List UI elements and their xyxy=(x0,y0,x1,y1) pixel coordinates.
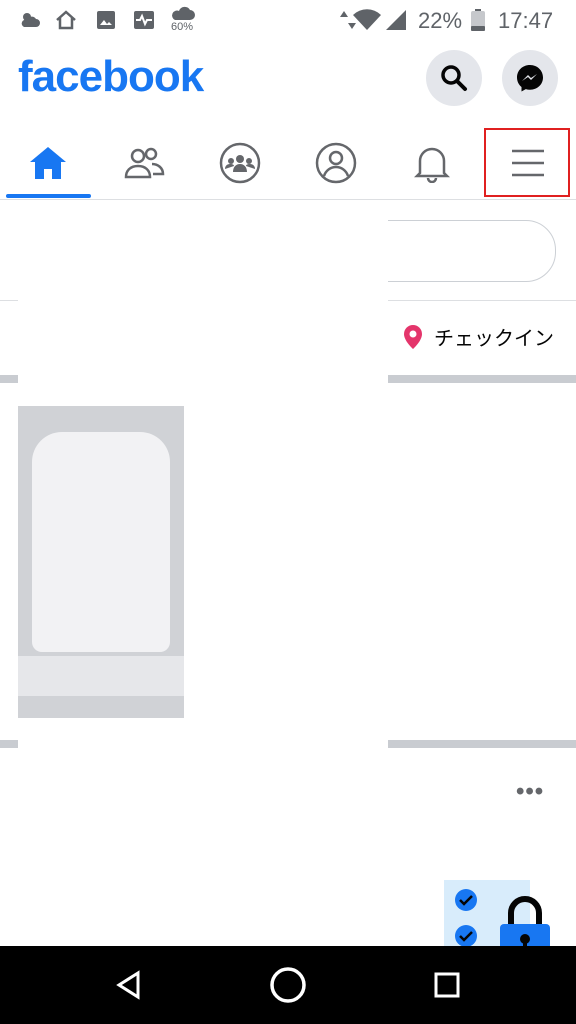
weather-badge: 60% xyxy=(171,21,194,33)
recents-icon xyxy=(434,972,460,998)
back-button[interactable] xyxy=(104,960,154,1010)
checkbox-icon xyxy=(455,889,477,947)
weather-icon xyxy=(21,13,40,27)
tab-home[interactable] xyxy=(0,128,96,198)
recents-button[interactable] xyxy=(422,960,472,1010)
home-circle-icon xyxy=(270,967,306,1003)
signal-icon xyxy=(386,10,406,30)
facebook-logo: facebook xyxy=(18,52,204,101)
profile-icon xyxy=(315,142,357,184)
cloud-icon: 60% xyxy=(170,4,200,38)
tab-friends[interactable] xyxy=(96,128,192,198)
search-icon xyxy=(441,65,467,91)
menu-highlight-box xyxy=(484,128,570,197)
activity-icon xyxy=(134,11,154,29)
clock: 17:47 xyxy=(498,8,554,33)
battery-icon xyxy=(471,9,485,31)
active-tab-indicator xyxy=(6,194,91,198)
home-nav-button[interactable] xyxy=(263,960,313,1010)
bell-icon xyxy=(414,147,450,183)
tab-bar-divider xyxy=(0,199,576,200)
checkin-label: チェックイン xyxy=(434,328,554,350)
gallery-icon xyxy=(97,11,115,29)
tab-profile[interactable] xyxy=(288,128,384,198)
location-pin-icon xyxy=(404,324,422,349)
post-image[interactable] xyxy=(18,406,184,718)
system-nav-bar xyxy=(0,946,576,1024)
status-bar: 60% 22% 17:47 xyxy=(0,0,576,40)
home-icon xyxy=(30,147,66,179)
post-more-button[interactable]: ••• xyxy=(516,778,544,806)
messenger-icon xyxy=(517,65,543,92)
checkin-button[interactable]: チェックイン xyxy=(402,322,554,351)
back-icon xyxy=(116,970,140,1000)
home-icon xyxy=(56,10,76,30)
battery-percent: 22% xyxy=(418,8,463,33)
tab-notifications[interactable] xyxy=(384,128,480,198)
tab-groups[interactable] xyxy=(192,128,288,198)
friends-icon xyxy=(124,147,165,179)
wifi-icon xyxy=(353,9,381,31)
messenger-button[interactable] xyxy=(502,50,558,106)
search-button[interactable] xyxy=(426,50,482,106)
groups-icon xyxy=(219,142,261,184)
